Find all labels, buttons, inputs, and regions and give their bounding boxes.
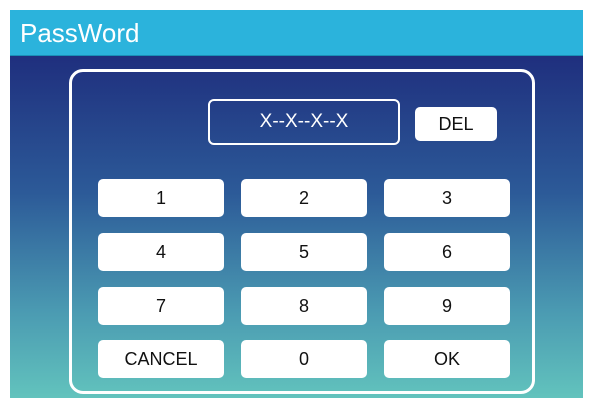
window-title: PassWord: [20, 18, 140, 48]
key-5-button[interactable]: 5: [241, 233, 367, 271]
key-9-button[interactable]: 9: [384, 287, 510, 325]
screen: PassWord X--X--X--X DEL 1 2 3 4 5 6 7 8 …: [0, 0, 594, 399]
key-7-button[interactable]: 7: [98, 287, 224, 325]
cancel-button[interactable]: CANCEL: [98, 340, 224, 378]
key-4-button[interactable]: 4: [98, 233, 224, 271]
key-3-button[interactable]: 3: [384, 179, 510, 217]
key-1-button[interactable]: 1: [98, 179, 224, 217]
password-display-field[interactable]: X--X--X--X: [208, 99, 400, 145]
key-2-button[interactable]: 2: [241, 179, 367, 217]
key-8-button[interactable]: 8: [241, 287, 367, 325]
title-bar: PassWord: [10, 10, 583, 56]
keypad-panel: X--X--X--X DEL 1 2 3 4 5 6 7 8 9 CANCEL …: [69, 69, 535, 394]
password-screen-body: X--X--X--X DEL 1 2 3 4 5 6 7 8 9 CANCEL …: [10, 56, 583, 398]
key-0-button[interactable]: 0: [241, 340, 367, 378]
delete-button[interactable]: DEL: [415, 107, 497, 141]
ok-button[interactable]: OK: [384, 340, 510, 378]
password-window: PassWord X--X--X--X DEL 1 2 3 4 5 6 7 8 …: [10, 10, 583, 398]
key-6-button[interactable]: 6: [384, 233, 510, 271]
